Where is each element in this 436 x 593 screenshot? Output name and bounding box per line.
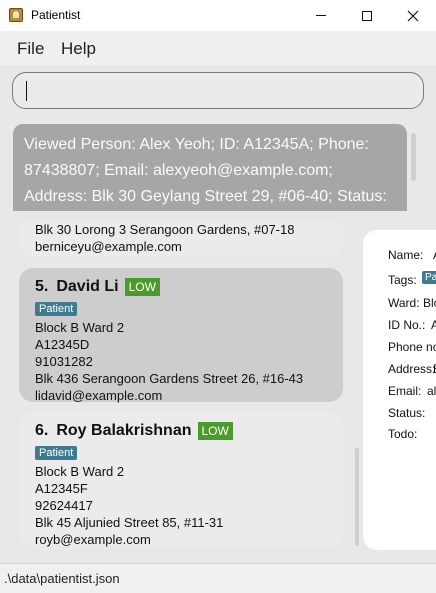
result-display: Viewed Person: Alex Yeoh; ID: A12345A; P…: [13, 124, 407, 211]
person-index: 6.: [35, 422, 49, 439]
priority-badge: LOW: [124, 278, 160, 296]
person-ward: Block B Ward 2: [35, 320, 125, 335]
minimize-button[interactable]: [298, 0, 344, 31]
person-ward: Block B Ward 2: [35, 464, 125, 479]
title-bar: Patientist: [0, 0, 436, 31]
detail-ward-value: Blo: [423, 296, 436, 310]
detail-tag: Pa: [422, 271, 436, 284]
maximize-button[interactable]: [344, 0, 390, 31]
close-icon: [407, 10, 419, 21]
person-card[interactable]: 5. David Li LOW Patient Block B Ward 2 A…: [19, 268, 343, 403]
list-scrollbar[interactable]: [355, 448, 359, 546]
command-input[interactable]: [12, 72, 424, 109]
patient-tag: Patient: [35, 302, 78, 316]
person-id: A12345F: [35, 481, 88, 496]
maximize-icon: [362, 10, 372, 21]
detail-email-value: al: [427, 384, 436, 398]
person-phone: 91031282: [35, 354, 93, 369]
person-name: David Li: [56, 278, 119, 295]
person-address: Blk 30 Lorong 3 Serangoon Gardens, #07-1…: [35, 222, 295, 237]
person-detail-panel: Name: A Tags: Pa Ward: Blo ID No.: A Pho…: [363, 230, 436, 550]
detail-todo-label: Todo:: [388, 427, 418, 441]
result-scrollbar[interactable]: [411, 133, 416, 181]
detail-phone-label: Phone no: [388, 340, 436, 354]
menu-help[interactable]: Help: [61, 39, 96, 59]
person-address: Blk 45 Aljunied Street 85, #11-31: [35, 515, 224, 530]
app-icon: [9, 8, 23, 22]
save-location: .\data\patientist.json: [4, 571, 120, 586]
detail-tags-label: Tags:: [388, 273, 417, 287]
person-email: berniceyu@example.com: [35, 239, 182, 254]
detail-address-label: Address:: [388, 362, 436, 376]
person-name: Roy Balakrishnan: [56, 422, 192, 439]
person-address: Blk 436 Serangoon Gardens Street 26, #16…: [35, 371, 304, 386]
window-title: Patientist: [31, 8, 81, 22]
detail-name-label: Name:: [388, 248, 424, 262]
detail-email-label: Email:: [388, 384, 422, 398]
person-id: A12345D: [35, 337, 90, 352]
detail-id-label: ID No.:: [388, 318, 426, 332]
person-card[interactable]: 6. Roy Balakrishnan LOW Patient Block B …: [19, 412, 343, 547]
person-phone: 92624417: [35, 498, 93, 513]
menu-file[interactable]: File: [17, 39, 44, 59]
person-email: royb@example.com: [35, 532, 151, 547]
result-text: Viewed Person: Alex Yeoh; ID: A12345A; P…: [24, 136, 387, 205]
person-card-partial[interactable]: Blk 30 Lorong 3 Serangoon Gardens, #07-1…: [19, 222, 343, 256]
menu-bar: File Help: [0, 31, 436, 65]
close-button[interactable]: [390, 0, 436, 31]
person-list: Blk 30 Lorong 3 Serangoon Gardens, #07-1…: [13, 222, 364, 550]
minimize-icon: [316, 15, 326, 16]
detail-id-value: A: [431, 318, 436, 332]
detail-ward-label: Ward:: [388, 296, 420, 310]
person-email: lidavid@example.com: [35, 388, 163, 403]
status-bar: .\data\patientist.json: [0, 563, 436, 593]
patient-tag: Patient: [35, 446, 78, 460]
detail-status-label: Status:: [388, 406, 426, 420]
priority-badge: LOW: [197, 422, 233, 440]
text-caret: [26, 81, 27, 101]
person-index: 5.: [35, 278, 49, 295]
